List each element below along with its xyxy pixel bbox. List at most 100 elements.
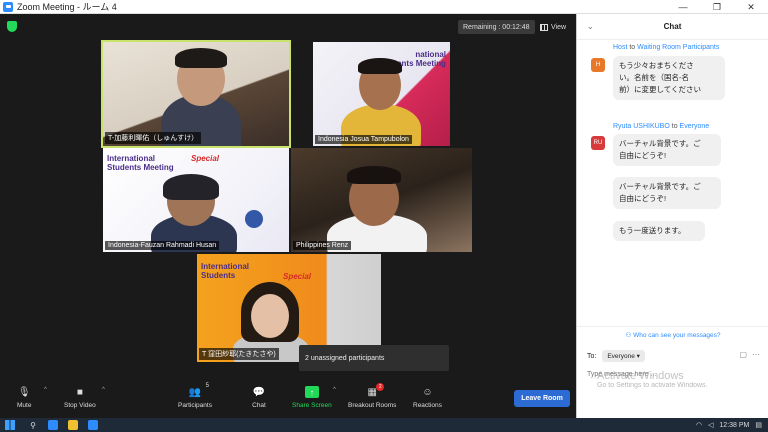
background-banner: national ents Meeting [397,50,446,68]
person-icon: ⚇ [625,332,634,339]
breakout-rooms-button[interactable]: ▦ 2 Breakout Rooms [348,383,396,409]
message-header: Ryuta USHIKUBO to Everyone [613,123,709,130]
headset [163,174,219,200]
participants-button[interactable]: 👥 5 Participants [178,383,212,409]
unassigned-participants-tooltip: 2 unassigned participants [299,345,449,371]
special-badge: Special [191,154,220,163]
chat-message: バーチャル背景です。ご 自由にどうぞ! [613,177,721,209]
zoom-logo-icon [3,1,13,12]
avatar: RU [591,136,605,150]
video-options-caret-icon[interactable]: ^ [102,387,105,393]
microphone-icon: 🎙 [17,386,31,398]
maximize-button[interactable]: ❐ [700,0,734,14]
grid-view-icon [540,23,548,31]
avatar: H [591,58,605,72]
participant-face [251,294,289,338]
screen: Zoom Meeting - ルーム 4 — ❐ ✕ Remaining : 0… [0,0,768,432]
video-tile-2[interactable]: national ents Meeting Indonesia Josua Ta… [313,42,450,146]
share-options-caret-icon[interactable]: ^ [333,387,336,393]
reactions-button[interactable]: ☺ Reactions [413,386,442,410]
who-can-see-link[interactable]: ⚇ Who can see your messages? [577,326,768,339]
view-label: View [551,23,567,31]
chat-panel: ⌄ Chat Host to Waiting Room Participants… [576,14,768,418]
participants-label: Participants [178,402,212,409]
message-sender[interactable]: Host [613,44,627,51]
message-sender[interactable]: Ryuta USHIKUBO [613,123,670,130]
video-tile-3[interactable]: International Students Meeting Special I… [103,148,289,252]
audio-options-caret-icon[interactable]: ^ [44,387,47,393]
recipient-row: To: Everyone ▾ [587,350,645,362]
video-tile-4[interactable]: Philippines Renz [291,148,472,252]
chat-title: Chat [663,22,682,31]
participants-count: 5 [205,383,209,389]
special-badge: Special [283,272,312,281]
video-tile-1[interactable]: T-加藤利暉佑（しゅんすけ） [101,40,291,148]
wifi-icon[interactable]: ◠ [696,421,702,429]
activate-subtitle: Go to Settings to activate Windows. [597,382,708,389]
participant-hair [347,166,401,184]
globe-icon [245,210,263,228]
chat-tools: ▢ ⋯ [739,350,760,359]
volume-icon[interactable]: ◁ [708,421,713,429]
chat-button[interactable]: 💬 Chat [252,386,266,410]
view-button[interactable]: View [540,20,566,34]
window-controls: — ❐ ✕ [666,0,768,14]
chat-message: もう一度送ります。 [613,221,705,241]
stop-video-button[interactable]: ■ Stop Video [64,386,96,410]
minimize-button[interactable]: — [666,0,700,14]
message-to-word: to [629,44,636,51]
participant-name: T-加藤利暉佑（しゅんすけ） [105,132,202,144]
message-to-word: to [671,123,678,130]
camera-icon: ■ [76,386,83,398]
who-can-see-label: Who can see your messages? [633,332,721,339]
windows-taskbar: ⚲ ◠ ◁ 12:38 PM ▤ [0,418,768,432]
chat-bubble-icon: 💬 [252,386,266,398]
folder-icon[interactable] [68,420,78,430]
background-banner: International Students Meeting [107,154,174,172]
participants-icon: 👥 5 [188,383,209,398]
more-options-icon[interactable]: ⋯ [752,350,760,359]
chat-message: もう少々おまちくださ い。名前を（国名-名 前）に変更してください [613,56,725,100]
chat-label: Chat [252,402,266,409]
background-banner: International Students [201,262,250,280]
participant-hair [358,58,402,74]
search-icon[interactable]: ⚲ [28,420,38,430]
chat-message: バーチャル背景です。ご 自由にどうぞ! [613,134,721,166]
remaining-timer: Remaining : 00:12:48 [458,20,535,34]
security-shield-icon[interactable] [7,21,17,32]
clock[interactable]: 12:38 PM [719,422,749,429]
reactions-label: Reactions [413,402,442,409]
window-title: Zoom Meeting - ルーム 4 [17,2,117,12]
mute-button[interactable]: 🎙 Mute [17,386,32,410]
participant-name: Philippines Renz [293,241,352,250]
close-button[interactable]: ✕ [734,0,768,14]
stop-video-label: Stop Video [64,402,96,409]
reaction-emoji-icon: ☺ [422,386,433,398]
windows-start-icon[interactable] [5,420,15,430]
message-header: Host to Waiting Room Participants [613,44,719,51]
participant-name: Indonesia-Fauzan Rahmadi Husan [105,241,220,250]
chevron-down-icon[interactable]: ⌄ [587,22,594,31]
message-recipient[interactable]: Waiting Room Participants [637,44,719,51]
mute-label: Mute [17,402,32,409]
participant-name: Indonesia Josua Tampubolon [315,135,412,144]
activate-windows-watermark: Activate Windows Go to Settings to activ… [597,370,708,389]
share-screen-button[interactable]: ↑ Share Screen [292,386,332,409]
meeting-toolbar: 🎙 Mute ^ ■ Stop Video ^ 👥 5 Participants … [0,382,576,418]
system-tray: ◠ ◁ 12:38 PM ▤ [696,418,762,432]
leave-room-button[interactable]: Leave Room [514,390,570,407]
share-screen-label: Share Screen [292,402,332,409]
to-label: To: [587,352,597,360]
breakout-rooms-icon: ▦ 2 [365,383,385,398]
message-recipient[interactable]: Everyone [680,123,710,130]
recipient-select[interactable]: Everyone ▾ [602,350,645,362]
activate-title: Activate Windows [597,370,684,382]
chat-header: ⌄ Chat [577,14,768,40]
title-bar: Zoom Meeting - ルーム 4 — ❐ ✕ [0,0,768,14]
participant-name: T 窪田紗耶(たきたさや) [199,348,279,360]
zoom-taskbar-icon[interactable] [88,420,98,430]
notification-icon[interactable]: ▤ [755,421,762,429]
share-screen-icon: ↑ [304,386,319,398]
browser-icon[interactable] [48,420,58,430]
file-icon[interactable]: ▢ [739,350,747,359]
